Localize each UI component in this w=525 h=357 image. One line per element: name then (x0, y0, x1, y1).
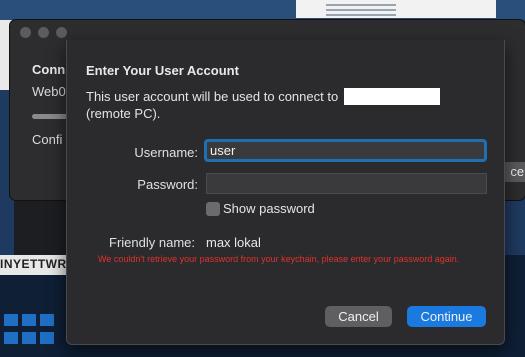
background-document (296, 0, 496, 18)
keychain-error-message: We couldn't retrieve your password from … (98, 254, 460, 264)
connection-status: Confi (32, 132, 63, 147)
friendly-name-value: max lokal (206, 235, 261, 250)
connection-title: Conn (32, 62, 66, 77)
username-field[interactable]: user (204, 139, 487, 162)
pc-name: INYETTWRK (0, 257, 76, 271)
minimize-window-button[interactable] (38, 27, 49, 38)
description-suffix: (remote PC). (86, 106, 161, 121)
friendly-name-label: Friendly name: (109, 235, 195, 250)
start-tiles (0, 300, 60, 357)
cancel-button[interactable]: Cancel (325, 306, 392, 327)
password-label: Password: (137, 177, 198, 192)
username-label: Username: (134, 145, 198, 160)
dialog-description: This user account will be used to connec… (86, 88, 466, 122)
dialog-title: Enter Your User Account (86, 63, 239, 78)
password-field[interactable] (206, 173, 487, 194)
description-text: This user account will be used to connec… (86, 89, 339, 104)
continue-button[interactable]: Continue (407, 306, 486, 327)
user-account-sheet: Enter Your User Account This user accoun… (66, 40, 505, 345)
redacted-pc-name (343, 88, 440, 105)
show-password-checkbox[interactable] (206, 202, 220, 216)
connection-subtitle: Web0 (32, 84, 66, 99)
close-window-button[interactable] (20, 27, 31, 38)
zoom-window-button[interactable] (56, 27, 67, 38)
show-password-label[interactable]: Show password (223, 201, 315, 216)
